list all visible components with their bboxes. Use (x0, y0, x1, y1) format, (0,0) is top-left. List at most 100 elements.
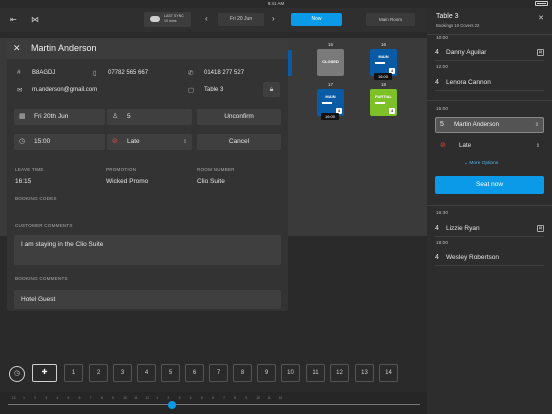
table-button-4[interactable]: 4 (137, 364, 156, 382)
slot-time: 16:30 (436, 211, 449, 216)
timeline-tick-label: 5 (200, 396, 203, 400)
clock-icon: ◷ (19, 138, 26, 145)
hash-icon: # (17, 69, 21, 76)
booking-name: Danny Aguilar (446, 49, 487, 56)
active-booking-field[interactable]: 5 Martin Anderson ⇕ (435, 117, 544, 133)
covers-field[interactable]: ♙ 5 (107, 109, 192, 125)
back-arrow-icon[interactable]: ⇤ (10, 15, 17, 25)
timeline-tick-label: 10 (123, 396, 127, 400)
leave-time-value[interactable]: 16:15 (15, 178, 31, 185)
table-button-6[interactable]: 6 (185, 364, 204, 382)
table-18[interactable]: PARTIAL 4 (370, 89, 397, 116)
active-status-field[interactable]: ⊘ Late ⇕ (435, 138, 544, 154)
time-field[interactable]: ◷ 15:00 (14, 134, 105, 150)
dropdown-icon: ⇕ (535, 143, 540, 149)
timeline-tick-label: 11 (134, 396, 138, 400)
seat-now-button[interactable]: Seat now (435, 176, 544, 194)
status-field[interactable]: ⊘ Late ⇕ (107, 134, 192, 150)
booking-covers: 4 (435, 49, 439, 56)
table-sidebar: Table 3 Bookings 10 Covers 23 ✕ 10:00 4 … (427, 8, 552, 414)
table-button-12[interactable]: 12 (330, 364, 349, 382)
main-room-button[interactable]: Main Room (366, 13, 415, 26)
mobile-number[interactable]: 07782 565 667 (108, 70, 148, 76)
sync-subtitle: 10 mins (164, 18, 177, 23)
timeline-slider-handle[interactable] (168, 401, 176, 409)
phone-number[interactable]: 01418 277 527 (204, 70, 244, 76)
timeline[interactable]: 12 1 2 3 4 5 6 7 8 9 10 11 12 1 2 3 4 5 6 7 8 9 10 11 12 (0, 392, 427, 414)
unconfirm-button[interactable]: Unconfirm (197, 109, 281, 125)
timeline-tick-label: 12 (278, 396, 283, 400)
sidebar-subtitle: Bookings 10 Covers 23 (436, 23, 480, 28)
table-18-label: PARTIAL (374, 94, 393, 99)
date-value: Fri 20th Jun (34, 113, 69, 120)
table-button-3[interactable]: 3 (113, 364, 132, 382)
table-17-bar (322, 102, 332, 104)
table-15-number: 15 (327, 42, 333, 47)
lock-button[interactable]: 🔒︎ (263, 82, 280, 97)
timeline-tick-label: 2 (34, 396, 36, 400)
booking-name: Wesley Robertson (446, 254, 499, 261)
table-16-bar (375, 62, 385, 64)
prev-day-icon[interactable]: ‹ (205, 14, 208, 24)
more-options-label: More Options (469, 161, 499, 166)
share-nodes-icon[interactable]: ⋈ (31, 15, 39, 25)
date-field[interactable]: ▦ Fri 20th Jun (14, 109, 105, 125)
booking-covers: 4 (435, 254, 439, 261)
table-16-number: 16 (380, 42, 386, 47)
table-button-5[interactable]: 5 (161, 364, 180, 382)
status-value: Late (459, 142, 472, 149)
status-value: Late (127, 138, 140, 145)
table-button-2[interactable]: 2 (89, 364, 108, 382)
table-button-8[interactable]: 8 (233, 364, 252, 382)
table-button-13[interactable]: 13 (355, 364, 374, 382)
table-15[interactable]: CLOSED (317, 49, 344, 76)
table-button-7[interactable]: 7 (209, 364, 228, 382)
table-button-1[interactable]: 1 (64, 364, 83, 382)
date-button[interactable]: Fri 20 Jun (218, 13, 264, 26)
booking-row-danny-aguilar[interactable]: 4 Danny Aguilar ▤ (435, 44, 544, 61)
promotion-value[interactable]: Wicked Promo (106, 178, 148, 185)
promotion-label: PROMOTION (106, 167, 137, 172)
clock-icon[interactable]: ◷ (9, 366, 25, 382)
table-16[interactable]: MAIN 4 16:00 (370, 49, 397, 80)
now-button[interactable]: Now (291, 13, 342, 26)
table-button-10[interactable]: 10 (281, 364, 300, 382)
booking-detail-panel: ✕ Martin Anderson # B8AGDJ ▯ 07782 565 6… (7, 39, 288, 311)
customer-comments-field[interactable]: I am staying in the Clio Suite (14, 235, 281, 265)
table-16-time: 16:00 (374, 73, 392, 80)
booking-name: Lizzie Ryan (446, 225, 480, 232)
dropdown-icon: ⇕ (182, 139, 187, 145)
booking-comments-field[interactable]: Hotel Guest (14, 290, 281, 309)
email-address[interactable]: m.anderson@gmail.com (32, 87, 97, 93)
booking-row-lenora-cannon[interactable]: 4 Lenora Cannon (435, 74, 544, 91)
table-17[interactable]: MAIN 4 16:00 (317, 89, 344, 120)
add-person-button[interactable]: ✚ (32, 364, 57, 382)
calendar-icon: ▦ (19, 113, 26, 120)
table-button-9[interactable]: 9 (257, 364, 276, 382)
sidebar-title: Table 3 (436, 13, 459, 20)
timeline-tick-label: 6 (211, 396, 214, 400)
guest-name: Martin Anderson (31, 43, 97, 53)
timeline-track[interactable] (8, 404, 420, 405)
next-day-icon[interactable]: › (272, 14, 275, 24)
late-status-icon: ⊘ (440, 142, 446, 149)
timeline-tick-label: 9 (111, 396, 114, 400)
room-number-value[interactable]: Clio Suite (197, 178, 225, 185)
booking-covers: 4 (435, 79, 439, 86)
status-time: 9:41 AM (267, 1, 285, 6)
booking-row-lizzie-ryan[interactable]: 4 Lizzie Ryan ▤ (435, 220, 544, 237)
close-icon[interactable]: ✕ (538, 14, 544, 22)
booking-ref: B8AGDJ (32, 70, 56, 76)
close-icon[interactable]: ✕ (13, 43, 21, 54)
slot-time: 10:00 (436, 36, 449, 41)
last-sync-indicator[interactable]: LAST SYNC 10 mins (144, 12, 191, 27)
divider (427, 34, 552, 35)
timeline-tick-label: 12 (12, 396, 16, 400)
table-button-14[interactable]: 14 (379, 364, 398, 382)
cancel-button[interactable]: Cancel (197, 134, 281, 150)
booking-row-wesley-robertson[interactable]: 4 Wesley Robertson (435, 249, 544, 266)
table-button-11[interactable]: 11 (306, 364, 325, 382)
more-options-link[interactable]: ⌄ More Options (464, 161, 498, 166)
time-value: 15:00 (34, 138, 51, 145)
divider (427, 100, 552, 101)
